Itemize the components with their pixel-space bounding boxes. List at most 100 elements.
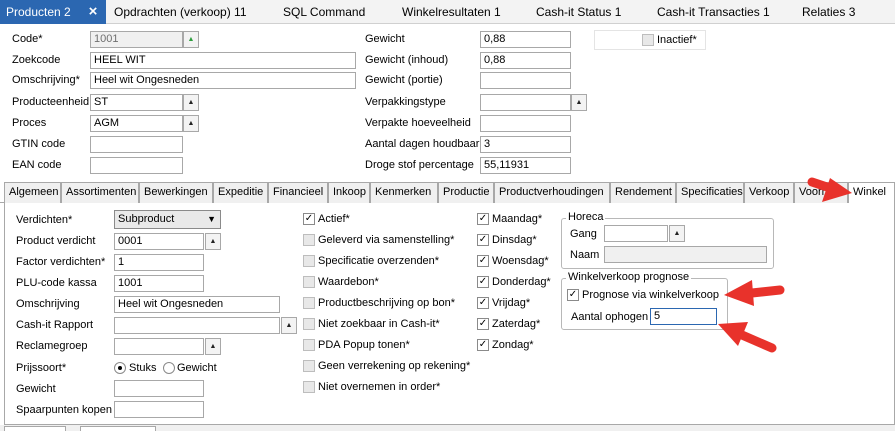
tab-winkelresultaten[interactable]: Winkelresultaten 1 xyxy=(402,0,501,24)
niet-zoekbaar-checkbox[interactable] xyxy=(303,318,315,330)
bottom-tab-2[interactable] xyxy=(80,426,156,431)
zaterdag-checkbox[interactable]: ✓ xyxy=(477,318,489,330)
tab-algemeen[interactable]: Algemeen xyxy=(4,182,61,203)
prijssoort-stuks-radio[interactable] xyxy=(114,362,126,374)
tab-financieel[interactable]: Financieel xyxy=(268,182,328,203)
plu-field[interactable]: 1001 xyxy=(114,275,204,292)
prijssoort-gewicht-label: Gewicht xyxy=(177,362,217,374)
bottom-tab-1[interactable] xyxy=(4,426,66,431)
prijssoort-stuks-label: Stuks xyxy=(129,362,157,374)
code-field[interactable]: 1001 xyxy=(90,31,183,48)
droge-stof-field[interactable]: 55,11931 xyxy=(480,157,571,174)
horeca-title: Horeca xyxy=(566,211,606,223)
zondag-checkbox[interactable]: ✓ xyxy=(477,339,489,351)
geleverd-samenstelling-checkbox[interactable] xyxy=(303,234,315,246)
niet-overnemen-checkbox[interactable] xyxy=(303,381,315,393)
prijssoort-gewicht-radio[interactable] xyxy=(163,362,175,374)
proces-lookup-button[interactable]: ▲ xyxy=(183,115,199,132)
actief-checkbox[interactable]: ✓ xyxy=(303,213,315,225)
tab-sql-command[interactable]: SQL Command xyxy=(283,0,365,24)
tab-specificaties[interactable]: Specificaties xyxy=(676,182,744,203)
donderdag-checkbox[interactable]: ✓ xyxy=(477,276,489,288)
prognose-title: Winkelverkoop prognose xyxy=(566,271,692,283)
gtin-label: GTIN code xyxy=(12,138,66,150)
gewicht-inhoud-field[interactable]: 0,88 xyxy=(480,52,571,69)
factor-verdichten-field[interactable]: 1 xyxy=(114,254,204,271)
donderdag-label: Donderdag* xyxy=(492,276,551,288)
cashit-rapport-field[interactable] xyxy=(114,317,280,334)
niet-overnemen-label: Niet overnemen in order* xyxy=(318,381,441,393)
zoekcode-label: Zoekcode xyxy=(12,54,61,66)
winkel-gewicht-field[interactable] xyxy=(114,380,204,397)
reclamegroep-field[interactable] xyxy=(114,338,204,355)
ean-field[interactable] xyxy=(90,157,183,174)
geen-verrekening-label: Geen verrekening op rekening* xyxy=(318,360,471,372)
tab-winkel[interactable]: Winkel xyxy=(848,182,895,204)
dinsdag-checkbox[interactable]: ✓ xyxy=(477,234,489,246)
waardebon-checkbox[interactable] xyxy=(303,276,315,288)
tab-inkoop[interactable]: Inkoop xyxy=(328,182,370,203)
gang-lookup-button[interactable]: ▲ xyxy=(669,225,685,242)
gewicht-portie-field[interactable] xyxy=(480,72,571,89)
vrijdag-label: Vrijdag* xyxy=(492,297,531,309)
tab-productverhoudingen[interactable]: Productverhoudingen xyxy=(494,182,610,203)
tab-voorraad[interactable]: Voorraad xyxy=(794,182,848,203)
reclamegroep-lookup-button[interactable]: ▲ xyxy=(205,338,221,355)
prognose-checkbox[interactable]: ✓ xyxy=(567,289,579,301)
tab-expeditie[interactable]: Expeditie xyxy=(213,182,268,203)
product-verdicht-lookup-button[interactable]: ▲ xyxy=(205,233,221,250)
tab-assortimenten[interactable]: Assortimenten xyxy=(61,182,139,203)
tab-rendement[interactable]: Rendement xyxy=(610,182,676,203)
tab-cashit-transacties[interactable]: Cash-it Transacties 1 xyxy=(657,0,770,24)
producteenheid-field[interactable]: ST xyxy=(90,94,183,111)
tab-bewerkingen[interactable]: Bewerkingen xyxy=(139,182,213,203)
vrijdag-checkbox[interactable]: ✓ xyxy=(477,297,489,309)
tab-relaties[interactable]: Relaties 3 xyxy=(802,0,855,24)
geen-verrekening-checkbox[interactable] xyxy=(303,360,315,372)
producteenheid-lookup-button[interactable]: ▲ xyxy=(183,94,199,111)
gewicht-field[interactable]: 0,88 xyxy=(480,31,571,48)
verpakte-hoeveelheid-field[interactable] xyxy=(480,115,571,132)
tab-opdrachten-verkoop[interactable]: Opdrachten (verkoop) 11 xyxy=(114,0,247,24)
woensdag-label: Woensdag* xyxy=(492,255,549,267)
verdichten-value: Subproduct xyxy=(118,213,175,225)
omschrijving-field[interactable]: Heel wit Ongesneden xyxy=(90,72,356,89)
proces-field[interactable]: AGM xyxy=(90,115,183,132)
code-lookup-button[interactable]: ▲ xyxy=(183,31,199,48)
gtin-field[interactable] xyxy=(90,136,183,153)
tab-verkoop[interactable]: Verkoop xyxy=(744,182,794,203)
inactief-checkbox[interactable] xyxy=(642,34,654,46)
product-verdicht-field[interactable]: 0001 xyxy=(114,233,204,250)
houdbaar-label: Aantal dagen houdbaar xyxy=(365,138,480,150)
productbeschrijving-bon-checkbox[interactable] xyxy=(303,297,315,309)
tab-cashit-status[interactable]: Cash-it Status 1 xyxy=(536,0,621,24)
prijssoort-label: Prijssoort* xyxy=(16,362,67,374)
verpakkingstype-label: Verpakkingstype xyxy=(365,96,446,108)
aantal-ophogen-field[interactable]: 5 xyxy=(650,308,717,325)
pda-popup-checkbox[interactable] xyxy=(303,339,315,351)
gewicht-portie-label: Gewicht (portie) xyxy=(365,74,443,86)
zondag-label: Zondag* xyxy=(492,339,534,351)
close-icon[interactable]: × xyxy=(80,0,106,24)
spaarpunten-field[interactable] xyxy=(114,401,204,418)
factor-verdichten-label: Factor verdichten* xyxy=(16,256,106,268)
maandag-checkbox[interactable]: ✓ xyxy=(477,213,489,225)
naam-field[interactable] xyxy=(604,246,767,263)
winkel-omschrijving-field[interactable]: Heel wit Ongesneden xyxy=(114,296,280,313)
cashit-rapport-lookup-button[interactable]: ▲ xyxy=(281,317,297,334)
tab-kenmerken[interactable]: Kenmerken xyxy=(370,182,438,203)
producteenheid-label: Producteenheid xyxy=(12,96,90,108)
verpakkingstype-field[interactable] xyxy=(480,94,571,111)
verpakkingstype-lookup-button[interactable]: ▲ xyxy=(571,94,587,111)
gang-field[interactable] xyxy=(604,225,668,242)
tab-productie[interactable]: Productie xyxy=(438,182,494,203)
verdichten-select[interactable]: Subproduct ▼ xyxy=(114,210,221,229)
gang-label: Gang xyxy=(570,228,597,240)
plu-label: PLU-code kassa xyxy=(16,277,97,289)
aantal-ophogen-label: Aantal ophogen xyxy=(571,311,649,323)
zoekcode-field[interactable]: HEEL WIT xyxy=(90,52,356,69)
woensdag-checkbox[interactable]: ✓ xyxy=(477,255,489,267)
specificatie-overzenden-checkbox[interactable] xyxy=(303,255,315,267)
tab-producten[interactable]: Producten 2 xyxy=(0,0,80,24)
houdbaar-field[interactable]: 3 xyxy=(480,136,571,153)
